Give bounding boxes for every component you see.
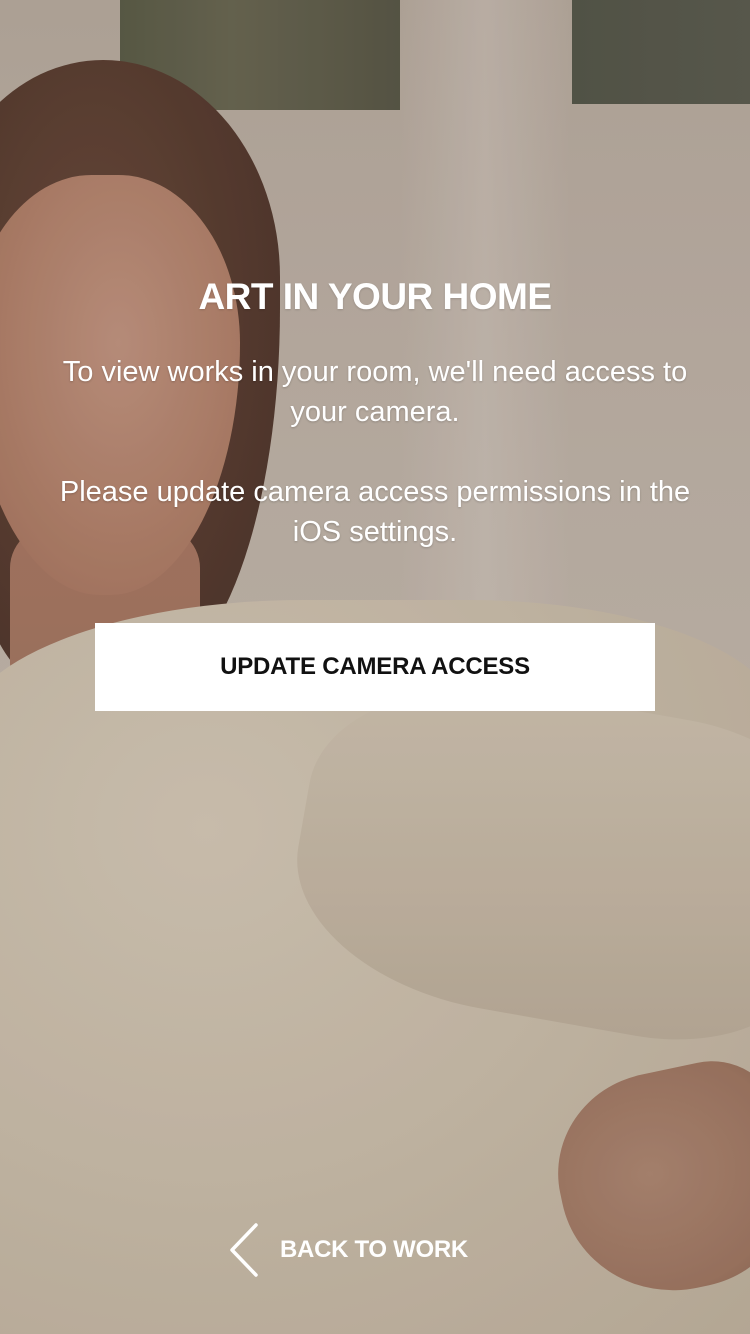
back-to-work-button[interactable]: BACK TO WORK	[228, 1222, 468, 1278]
back-to-work-label: BACK TO WORK	[280, 1236, 468, 1263]
update-camera-access-button[interactable]: UPDATE CAMERA ACCESS	[95, 623, 655, 711]
page-title: ART IN YOUR HOME	[198, 276, 552, 317]
chevron-left-icon	[228, 1222, 260, 1278]
permission-message: To view works in your room, we'll need a…	[40, 352, 710, 552]
permission-message-line-2: Please update camera access permissions …	[59, 476, 691, 548]
permission-message-line-1: To view works in your room, we'll need a…	[62, 356, 688, 428]
update-camera-access-label: UPDATE CAMERA ACCESS	[220, 653, 530, 680]
content: ART IN YOUR HOME To view works in your r…	[0, 0, 750, 1334]
camera-permission-screen: ART IN YOUR HOME To view works in your r…	[0, 0, 750, 1334]
